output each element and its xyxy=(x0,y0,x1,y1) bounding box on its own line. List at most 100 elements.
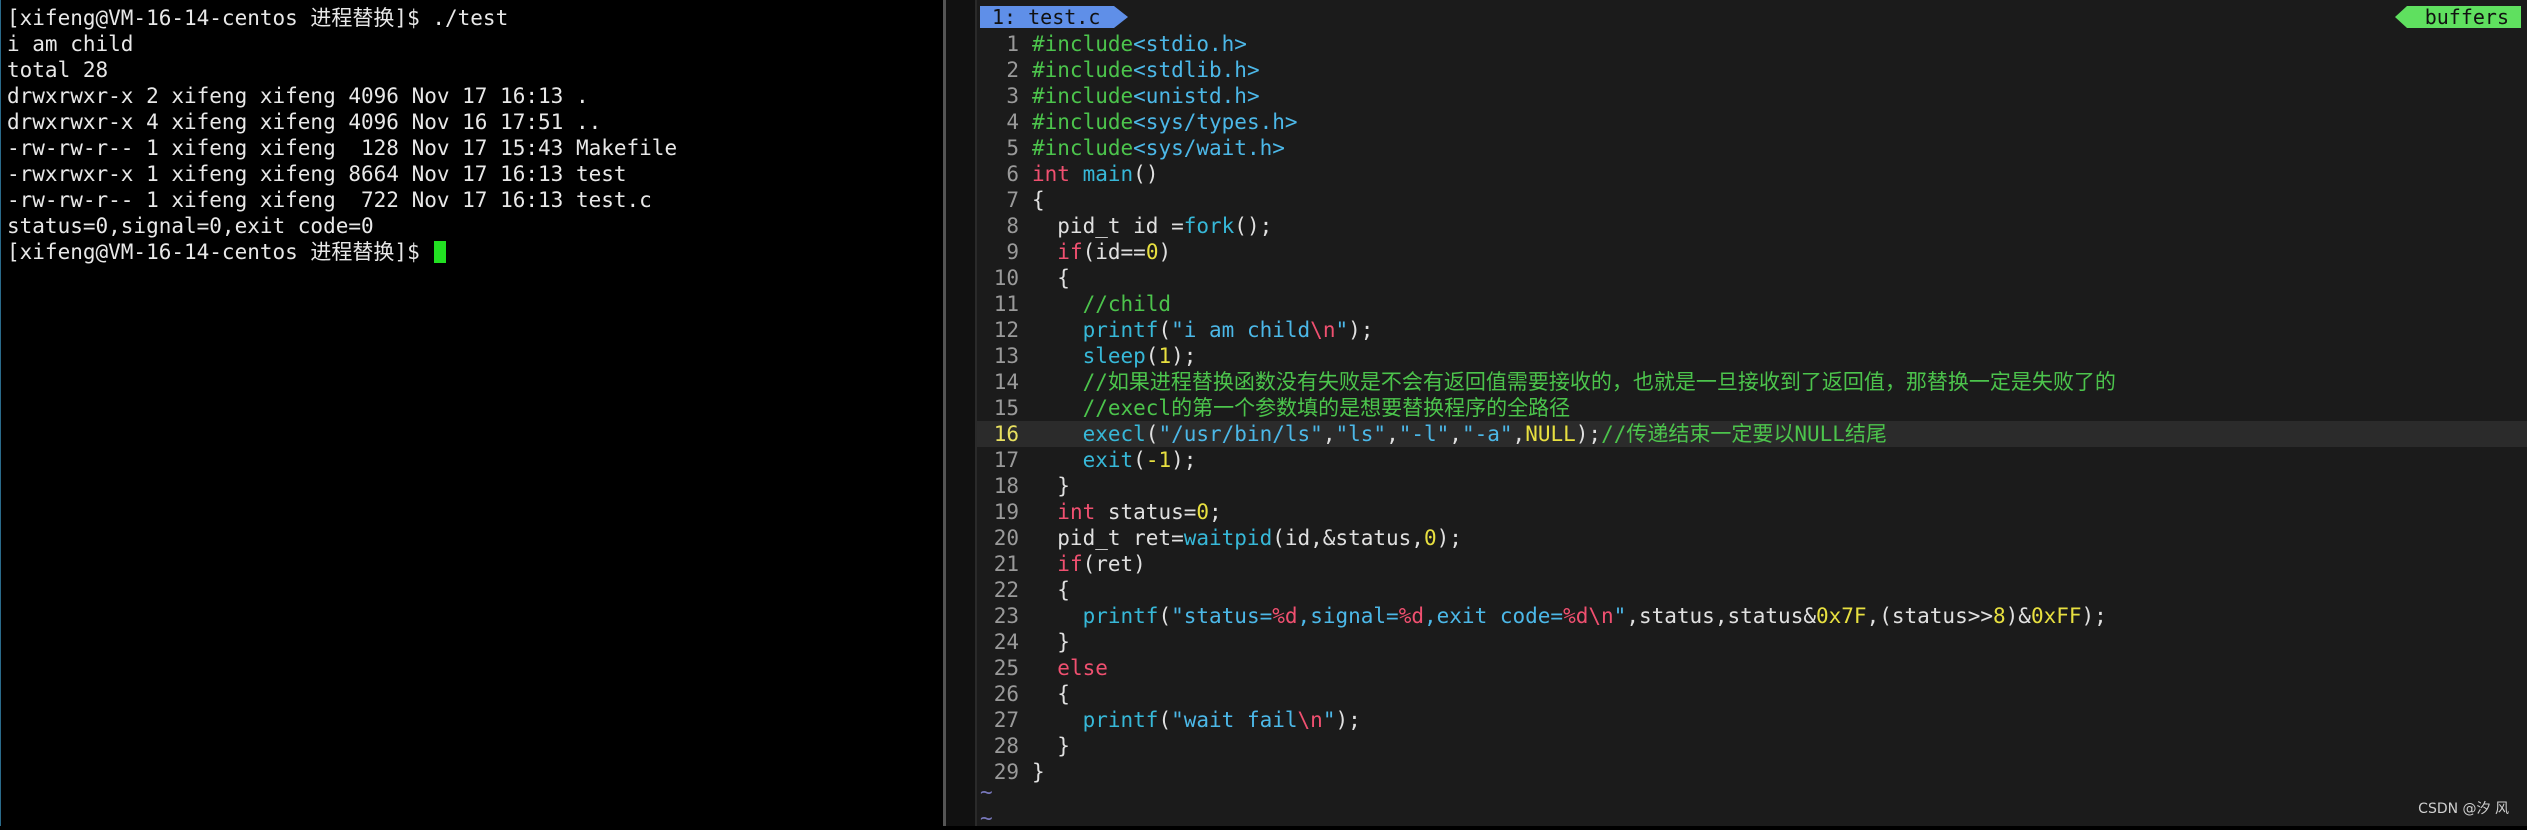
code-line[interactable]: 3 #include<unistd.h> xyxy=(977,83,2527,109)
code-text: } xyxy=(1032,760,1045,784)
code-line[interactable]: 15 //execl的第一个参数填的是想要替换程序的全路径 xyxy=(977,395,2527,421)
code-line[interactable]: 14 //如果进程替换函数没有失败是不会有返回值需要接收的，也就是一旦接收到了返… xyxy=(977,369,2527,395)
code-line[interactable]: 28 } xyxy=(977,733,2527,759)
terminal-pane[interactable]: [xifeng@VM-16-14-centos 进程替换]$ ./test i a… xyxy=(0,0,943,826)
code-line[interactable]: 2 #include<stdlib.h> xyxy=(977,57,2527,83)
code-text: else xyxy=(1057,656,1108,680)
code-line[interactable]: 19 int status=0; xyxy=(977,499,2527,525)
line-number: 12 xyxy=(993,318,1019,342)
line-number: 6 xyxy=(1006,162,1019,186)
line-number: 15 xyxy=(993,396,1019,420)
line-number: 19 xyxy=(993,500,1019,524)
code-line[interactable]: 27 printf("wait fail\n"); xyxy=(977,707,2527,733)
code-line[interactable]: 26 { xyxy=(977,681,2527,707)
line-number: 11 xyxy=(993,292,1019,316)
terminal-prompt-line[interactable]: [xifeng@VM-16-14-centos 进程替换]$ xyxy=(7,239,447,265)
code-text: if(id==0) xyxy=(1057,240,1172,264)
code-line[interactable]: 6 int main() xyxy=(977,161,2527,187)
code-text: #include<sys/wait.h> xyxy=(1032,136,1285,160)
code-line[interactable]: 10 { xyxy=(977,265,2527,291)
code-text: { xyxy=(1032,578,1070,602)
code-text: sleep(1); xyxy=(1082,344,1197,368)
line-number: 27 xyxy=(993,708,1019,732)
code-line[interactable]: 25 else xyxy=(977,655,2527,681)
line-number: 26 xyxy=(993,682,1019,706)
code-line[interactable]: 17 exit(-1); xyxy=(977,447,2527,473)
line-number: 5 xyxy=(1006,136,1019,160)
code-text: #include<unistd.h> xyxy=(1032,84,1260,108)
code-text: pid_t ret=waitpid(id,&status,0); xyxy=(1032,526,1462,550)
code-text: printf("wait fail\n"); xyxy=(1082,708,1361,732)
line-number: 4 xyxy=(1006,110,1019,134)
code-line[interactable]: 1 #include<stdio.h> xyxy=(977,31,2527,57)
watermark: CSDN @汐 风 xyxy=(2418,801,2509,817)
code-text: int status=0; xyxy=(1057,500,1222,524)
code-line[interactable]: 29} xyxy=(977,759,2527,785)
line-number: 23 xyxy=(993,604,1019,628)
terminal-line: drwxrwxr-x 4 xifeng xifeng 4096 Nov 16 1… xyxy=(7,110,602,134)
empty-line-tilde: ~ xyxy=(980,780,993,804)
line-number: 3 xyxy=(1006,84,1019,108)
line-number: 17 xyxy=(993,448,1019,472)
line-number: 9 xyxy=(1006,240,1019,264)
terminal-line: -rwxrwxr-x 1 xifeng xifeng 8664 Nov 17 1… xyxy=(7,162,627,186)
terminal-cursor xyxy=(434,241,447,263)
code-line[interactable]: 23 printf("status=%d,signal=%d,exit code… xyxy=(977,603,2527,629)
code-line[interactable]: 22 { xyxy=(977,577,2527,603)
terminal-line: [xifeng@VM-16-14-centos 进程替换]$ ./test xyxy=(7,6,509,30)
code-line[interactable]: 16 execl("/usr/bin/ls","ls","-l","-a",NU… xyxy=(977,421,2527,447)
line-number: 10 xyxy=(993,266,1019,290)
code-text: { xyxy=(1032,188,1045,212)
terminal-line: i am child xyxy=(7,32,134,56)
code-text: int main() xyxy=(1032,162,1159,186)
line-number: 14 xyxy=(993,370,1019,394)
vim-tabline: 1: test.c buffers xyxy=(977,0,2527,30)
code-line[interactable]: 11 //child xyxy=(977,291,2527,317)
code-line[interactable]: 8 pid_t id =fork(); xyxy=(977,213,2527,239)
pane-divider[interactable] xyxy=(943,0,977,826)
code-text: //execl的第一个参数填的是想要替换程序的全路径 xyxy=(1082,396,1571,420)
code-line[interactable]: 21 if(ret) xyxy=(977,551,2527,577)
code-text: #include<stdio.h> xyxy=(1032,32,1247,56)
code-line[interactable]: 13 sleep(1); xyxy=(977,343,2527,369)
code-line[interactable]: 4 #include<sys/types.h> xyxy=(977,109,2527,135)
vim-editor-pane[interactable]: 1: test.c buffers 1 #include<stdio.h> 2 #in… xyxy=(977,0,2527,830)
code-text: { xyxy=(1032,266,1070,290)
code-line[interactable]: 12 printf("i am child\n"); xyxy=(977,317,2527,343)
line-number: 1 xyxy=(1006,32,1019,56)
line-number: 25 xyxy=(993,656,1019,680)
terminal-line: -rw-rw-r-- 1 xifeng xifeng 128 Nov 17 15… xyxy=(7,136,678,160)
terminal-line: drwxrwxr-x 2 xifeng xifeng 4096 Nov 17 1… xyxy=(7,84,589,108)
code-line[interactable]: 18 } xyxy=(977,473,2527,499)
line-number: 13 xyxy=(993,344,1019,368)
line-number: 22 xyxy=(993,578,1019,602)
code-text: } xyxy=(1032,630,1070,654)
code-text: #include<sys/types.h> xyxy=(1032,110,1298,134)
buffers-tag: buffers xyxy=(2394,6,2521,28)
code-line[interactable]: 7{ xyxy=(977,187,2527,213)
terminal-line: -rw-rw-r-- 1 xifeng xifeng 722 Nov 17 16… xyxy=(7,188,652,212)
terminal-line: total 28 xyxy=(7,58,109,82)
line-number: 8 xyxy=(1006,214,1019,238)
line-number: 2 xyxy=(1006,58,1019,82)
line-number: 18 xyxy=(993,474,1019,498)
code-text: //如果进程替换函数没有失败是不会有返回值需要接收的，也就是一旦接收到了返回值，… xyxy=(1082,370,2116,394)
line-number: 24 xyxy=(993,630,1019,654)
line-number: 20 xyxy=(993,526,1019,550)
code-text: } xyxy=(1032,734,1070,758)
code-text: { xyxy=(1032,682,1070,706)
line-number: 7 xyxy=(1006,188,1019,212)
code-line[interactable]: 9 if(id==0) xyxy=(977,239,2527,265)
line-number: 21 xyxy=(993,552,1019,576)
empty-line-tilde: ~ xyxy=(980,806,993,830)
code-line[interactable]: 5 #include<sys/wait.h> xyxy=(977,135,2527,161)
tab-test-c[interactable]: 1: test.c xyxy=(980,6,1129,28)
code-line[interactable]: 24 } xyxy=(977,629,2527,655)
code-text: //child xyxy=(1082,292,1172,316)
code-line[interactable]: 20 pid_t ret=waitpid(id,&status,0); xyxy=(977,525,2527,551)
code-text: if(ret) xyxy=(1057,552,1146,576)
line-number: 28 xyxy=(993,734,1019,758)
line-number: 16 xyxy=(993,422,1019,446)
code-text: execl("/usr/bin/ls","ls","-l","-a",NULL)… xyxy=(1082,422,1887,446)
code-text: #include<stdlib.h> xyxy=(1032,58,1260,82)
